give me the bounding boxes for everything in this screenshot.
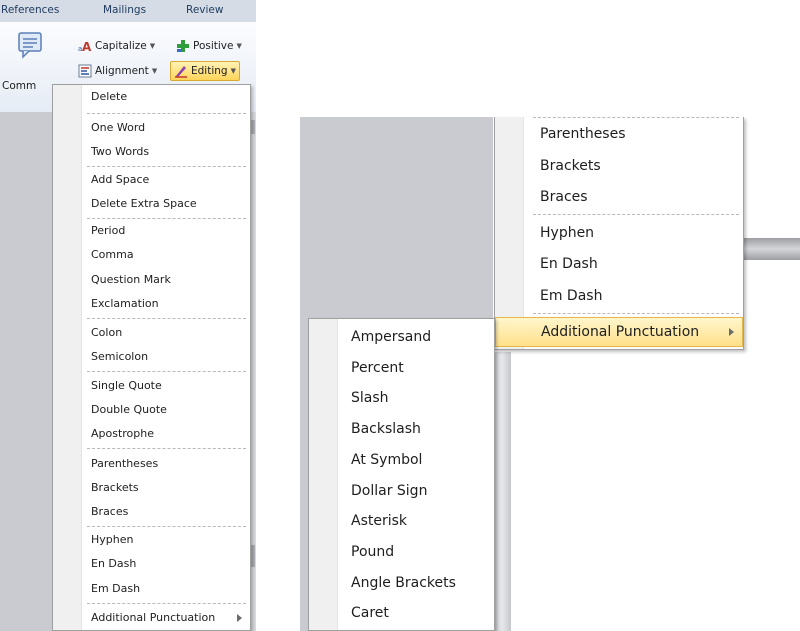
menu-separator bbox=[87, 113, 246, 114]
ribbon-tab-bar: References Mailings Review bbox=[0, 0, 256, 23]
zoom-menu-item-brackets[interactable]: Brackets bbox=[495, 151, 743, 182]
menu-item-label: Additional Punctuation bbox=[91, 611, 216, 624]
capitalize-label: Capitalize bbox=[95, 40, 147, 52]
comment-button[interactable] bbox=[17, 31, 43, 59]
alignment-icon bbox=[78, 64, 92, 78]
menu-item-question-mark[interactable]: Question Mark bbox=[53, 268, 250, 292]
capitalize-button[interactable]: aA Capitalize ▼ bbox=[78, 37, 155, 55]
zoom-menu-item-braces[interactable]: Braces bbox=[495, 182, 743, 213]
chevron-right-icon bbox=[237, 614, 242, 622]
document-strip-mark bbox=[251, 545, 255, 567]
menu-item-period[interactable]: Period bbox=[53, 219, 250, 243]
menu-item-braces[interactable]: Braces bbox=[53, 500, 250, 524]
capitalize-icon: aA bbox=[78, 39, 92, 54]
plus-icon bbox=[176, 39, 190, 53]
menu-item-parentheses[interactable]: Parentheses bbox=[53, 452, 250, 476]
menu-item-single-quote[interactable]: Single Quote bbox=[53, 374, 250, 398]
menu-item-additional-punctuation[interactable]: Additional Punctuation bbox=[53, 606, 250, 630]
document-background bbox=[0, 112, 60, 631]
chevron-down-icon: ▼ bbox=[236, 42, 242, 50]
submenu-item-percent[interactable]: Percent bbox=[309, 353, 494, 384]
zoom-document-strip bbox=[493, 352, 511, 631]
menu-item-en-dash[interactable]: En Dash bbox=[53, 552, 250, 576]
menu-item-brackets[interactable]: Brackets bbox=[53, 476, 250, 500]
menu-item-add-space[interactable]: Add Space bbox=[53, 168, 250, 192]
tab-mailings[interactable]: Mailings bbox=[103, 4, 146, 16]
positive-button[interactable]: Positive ▼ bbox=[176, 37, 242, 55]
tab-references[interactable]: References bbox=[1, 4, 59, 16]
comment-label: Comm bbox=[2, 80, 37, 92]
submenu-item-slash[interactable]: Slash bbox=[309, 383, 494, 414]
menu-item-delete[interactable]: Delete bbox=[53, 85, 250, 109]
zoom-menu-item-em-dash[interactable]: Em Dash bbox=[495, 281, 743, 312]
editing-menu: Delete One Word Two Words Add Space Dele… bbox=[52, 84, 251, 631]
positive-label: Positive bbox=[193, 40, 234, 52]
submenu-item-pound[interactable]: Pound bbox=[309, 537, 494, 568]
menu-item-hyphen[interactable]: Hyphen bbox=[53, 528, 250, 552]
submenu-item-caret[interactable]: Caret bbox=[309, 598, 494, 629]
chevron-down-icon: ▼ bbox=[151, 67, 158, 75]
submenu-item-asterisk[interactable]: Asterisk bbox=[309, 506, 494, 537]
menu-separator bbox=[533, 313, 739, 314]
menu-item-colon[interactable]: Colon bbox=[53, 321, 250, 345]
submenu-item-dollar-sign[interactable]: Dollar Sign bbox=[309, 476, 494, 507]
editing-label: Editing bbox=[191, 65, 228, 77]
menu-item-apostrophe[interactable]: Apostrophe bbox=[53, 422, 250, 446]
pen-icon bbox=[174, 64, 188, 78]
zoom-scroll-bar bbox=[742, 238, 800, 260]
editing-button[interactable]: Editing ▼ bbox=[170, 61, 240, 81]
zoom-editing-menu: Parentheses Brackets Braces Hyphen En Da… bbox=[494, 117, 744, 350]
additional-punctuation-submenu: Ampersand Percent Slash Backslash At Sym… bbox=[308, 318, 495, 631]
alignment-label: Alignment bbox=[95, 65, 149, 77]
alignment-button[interactable]: Alignment ▼ bbox=[78, 62, 157, 80]
submenu-item-at-symbol[interactable]: At Symbol bbox=[309, 445, 494, 476]
menu-separator bbox=[87, 318, 246, 319]
menu-separator bbox=[87, 603, 246, 604]
chevron-down-icon: ▼ bbox=[149, 42, 156, 50]
menu-item-one-word[interactable]: One Word bbox=[53, 116, 250, 140]
menu-item-delete-extra-space[interactable]: Delete Extra Space bbox=[53, 192, 250, 216]
chevron-down-icon: ▼ bbox=[230, 67, 236, 75]
menu-item-semicolon[interactable]: Semicolon bbox=[53, 345, 250, 369]
menu-separator bbox=[87, 448, 246, 449]
chevron-right-icon bbox=[729, 328, 734, 336]
submenu-item-ampersand[interactable]: Ampersand bbox=[309, 322, 494, 353]
svg-text:A: A bbox=[82, 40, 92, 53]
zoom-menu-item-parentheses[interactable]: Parentheses bbox=[495, 119, 743, 150]
menu-item-two-words[interactable]: Two Words bbox=[53, 140, 250, 164]
menu-separator bbox=[87, 166, 246, 167]
menu-item-exclamation[interactable]: Exclamation bbox=[53, 292, 250, 316]
zoom-menu-item-additional-punctuation[interactable]: Additional Punctuation bbox=[495, 317, 743, 347]
zoom-menu-item-en-dash[interactable]: En Dash bbox=[495, 249, 743, 280]
menu-separator bbox=[87, 526, 246, 527]
submenu-item-angle-brackets[interactable]: Angle Brackets bbox=[309, 568, 494, 599]
menu-item-comma[interactable]: Comma bbox=[53, 243, 250, 267]
submenu-item-backslash[interactable]: Backslash bbox=[309, 414, 494, 445]
menu-separator bbox=[87, 371, 246, 372]
menu-item-label: Additional Punctuation bbox=[541, 324, 700, 340]
zoom-menu-item-hyphen[interactable]: Hyphen bbox=[495, 218, 743, 249]
menu-item-double-quote[interactable]: Double Quote bbox=[53, 398, 250, 422]
comment-icon bbox=[18, 32, 42, 59]
document-strip-mark bbox=[251, 120, 255, 134]
tab-review[interactable]: Review bbox=[186, 4, 223, 16]
menu-separator bbox=[533, 117, 739, 118]
menu-separator bbox=[533, 214, 739, 215]
menu-item-em-dash[interactable]: Em Dash bbox=[53, 577, 250, 601]
